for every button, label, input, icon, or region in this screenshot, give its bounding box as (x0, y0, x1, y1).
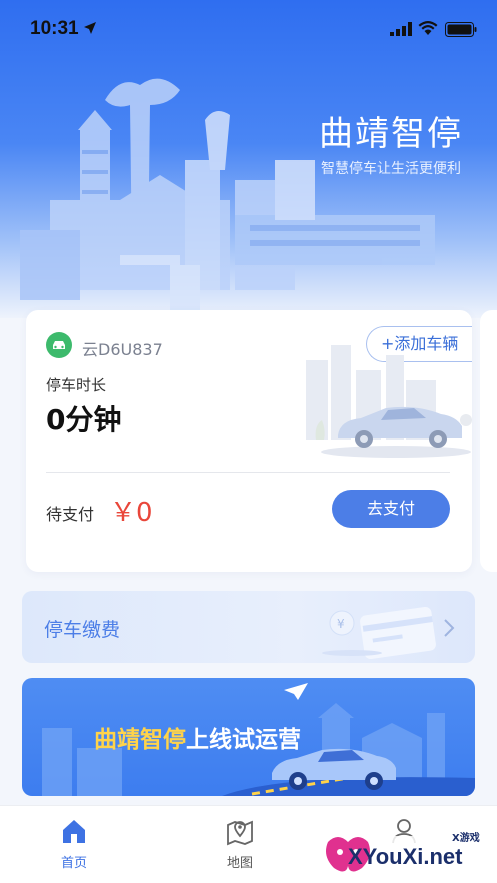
location-arrow-icon (84, 22, 96, 34)
next-card-peek[interactable] (480, 310, 497, 572)
parking-fee-label: 停车缴费 (44, 619, 121, 641)
status-bar: 10:31 (0, 0, 497, 46)
parking-duration-label: 停车时长 (46, 376, 107, 394)
watermark-text: XYouXi.net (348, 844, 463, 869)
payment-card-illustration: ¥ (322, 606, 436, 659)
promo-title-highlight: 曲靖智停 (94, 727, 186, 753)
parking-fee-banner[interactable]: 停车缴费 ¥ (22, 591, 475, 663)
city-skyline-illustration (20, 78, 435, 310)
pay-button[interactable]: 去支付 (332, 490, 450, 528)
svg-text:¥: ¥ (337, 617, 345, 631)
parked-car-illustration (306, 345, 472, 458)
status-time: 10:31 (30, 18, 79, 39)
pending-payment-label: 待支付 (46, 505, 95, 524)
watermark-small-text: X游戏 (452, 833, 480, 844)
promo-banner[interactable]: 曲靖智停上线试运营 (22, 678, 475, 796)
cellular-signal-icon (390, 22, 412, 36)
battery-icon (445, 22, 477, 37)
nav-label-map: 地图 (226, 856, 253, 871)
promo-title-rest: 上线试运营 (186, 727, 301, 753)
map-icon (227, 820, 253, 846)
wifi-icon (418, 21, 438, 35)
promo-title: 曲靖智停上线试运营 (94, 720, 301, 754)
nav-item-map[interactable]: 地图 (200, 816, 280, 871)
parking-duration-value: 0分钟 (46, 403, 122, 436)
app-title: 曲靖智停 (319, 114, 463, 154)
chevron-right-icon (444, 619, 455, 637)
license-plate: 云D6U837 (82, 340, 163, 359)
hero-banner: 10:31 曲靖智停 智慧停车让生活更便利 (0, 0, 497, 318)
card-divider (46, 472, 450, 473)
parking-status-card[interactable]: 云D6U837 +添加车辆 停车时长 0分钟 待支付 ￥0 去支付 (26, 310, 472, 572)
app-subtitle: 智慧停车让生活更便利 (321, 161, 461, 177)
nav-label-home: 首页 (60, 856, 87, 871)
car-badge-icon (46, 332, 72, 358)
nav-item-home[interactable]: 首页 (34, 816, 114, 871)
pending-payment-amount: ￥0 (110, 498, 153, 528)
home-icon (63, 820, 85, 843)
